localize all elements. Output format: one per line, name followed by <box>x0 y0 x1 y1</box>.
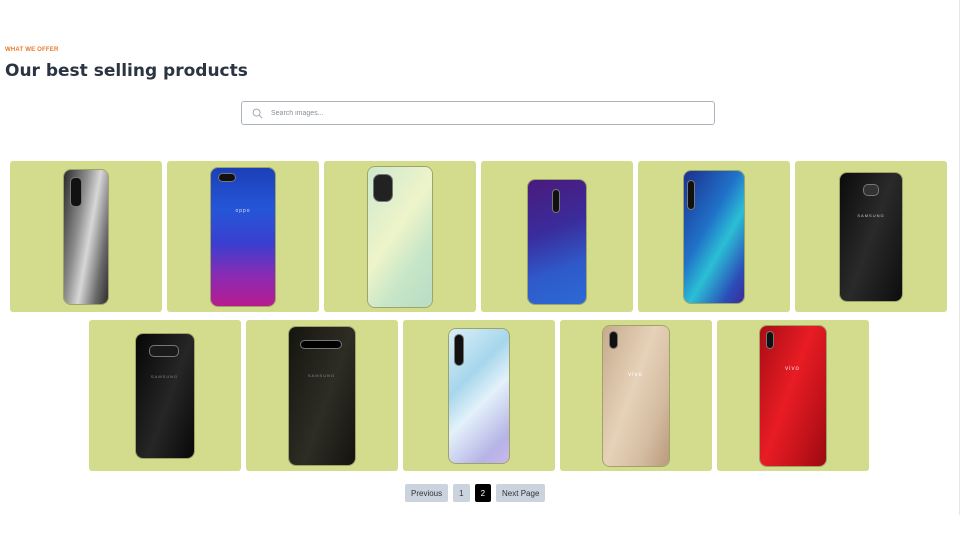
phone-image-oppo-blue: oppo <box>211 167 275 306</box>
brand-label: oppo <box>235 207 251 214</box>
product-card[interactable]: vivo <box>559 320 712 471</box>
phone-image-samsung-black: SAMSUNG <box>840 172 902 301</box>
product-card[interactable]: oppo <box>167 161 319 312</box>
section-eyebrow: WHAT WE OFFER <box>5 47 59 53</box>
brand-label: SAMSUNG <box>857 212 885 218</box>
phone-image-vivo-red: vivo <box>759 325 826 466</box>
product-card[interactable]: SAMSUNG <box>245 320 398 471</box>
pagination: Previous 1 2 Next Page <box>405 484 546 502</box>
page-title: Our best selling products <box>5 61 248 81</box>
phone-image-oppo-grey <box>64 169 108 304</box>
phone-image-realme-teal <box>684 170 744 303</box>
product-card[interactable] <box>481 161 633 312</box>
product-card[interactable]: SAMSUNG <box>795 161 947 312</box>
search-input[interactable] <box>271 109 671 117</box>
product-card[interactable]: vivo <box>716 320 869 471</box>
page-2-button[interactable]: 2 <box>474 484 492 502</box>
product-row-1: oppo SAMSUNG <box>10 161 947 312</box>
search-bar[interactable] <box>241 101 715 125</box>
brand-label: SAMSUNG <box>307 372 336 378</box>
brand-label: vivo <box>628 371 643 378</box>
phone-image-realme-mint <box>368 166 432 307</box>
phone-image-vivo-gold: vivo <box>602 325 669 466</box>
product-card[interactable] <box>638 161 790 312</box>
next-page-button[interactable]: Next Page <box>496 484 546 502</box>
product-card[interactable] <box>402 320 555 471</box>
product-card[interactable] <box>324 161 476 312</box>
product-card[interactable]: SAMSUNG <box>88 320 241 471</box>
phone-image-samsung-s8: SAMSUNG <box>135 333 194 458</box>
product-row-2: SAMSUNG SAMSUNG vivo vivo <box>10 320 947 471</box>
product-grid: oppo SAMSUNG SAMSUNG SAMSUNG vivo vivo <box>10 161 947 479</box>
page-1-button[interactable]: 1 <box>453 484 470 502</box>
phone-image-realme-purple <box>528 179 586 304</box>
brand-label: vivo <box>785 365 800 372</box>
previous-button[interactable]: Previous <box>405 484 449 502</box>
brand-label: SAMSUNG <box>150 373 179 379</box>
phone-image-samsung-s10: SAMSUNG <box>288 326 355 465</box>
phone-image-vivo-blue <box>448 328 509 463</box>
product-card[interactable] <box>10 161 162 312</box>
search-icon <box>252 108 263 118</box>
